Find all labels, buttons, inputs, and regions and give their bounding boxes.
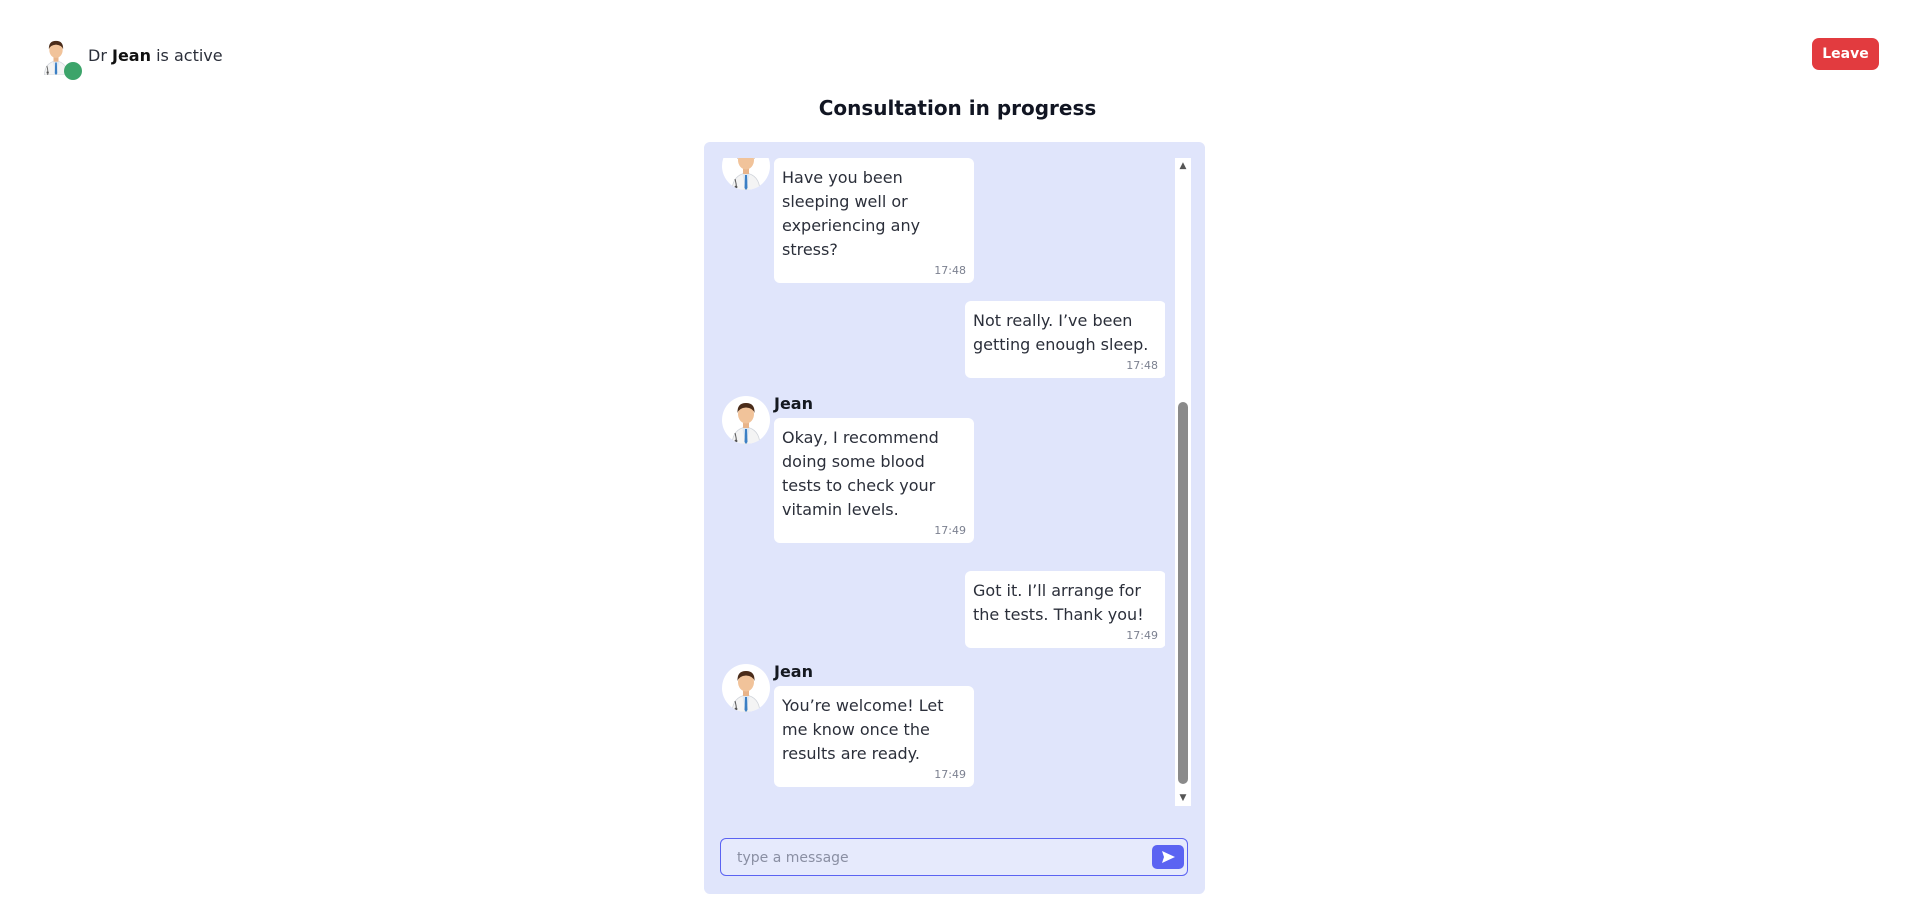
message-bubble: Got it. I’ll arrange for the tests. Than… (965, 571, 1165, 648)
message-text: Got it. I’ll arrange for the tests. Than… (973, 581, 1144, 624)
doctor-avatar-icon (722, 158, 770, 190)
doctor-name: Jean (112, 45, 151, 65)
doctor-status: Dr Jean is active (36, 30, 223, 80)
leave-button[interactable]: Leave (1812, 38, 1879, 70)
message-text: Okay, I recommend doing some blood tests… (782, 428, 939, 519)
chat-panel: Have you been sleeping well or experienc… (704, 142, 1205, 894)
message-composer (720, 838, 1188, 877)
message-text: Have you been sleeping well or experienc… (782, 168, 921, 259)
doctor-avatar (36, 30, 84, 80)
message-bubble: Have you been sleeping well or experienc… (774, 158, 974, 283)
message-input[interactable] (735, 839, 1139, 877)
message-bubble: Not really. I’ve been getting enough sle… (965, 301, 1165, 378)
scrollbar-thumb[interactable] (1178, 402, 1188, 784)
message-time: 17:49 (1126, 629, 1158, 642)
send-icon (1162, 851, 1175, 863)
message-sent: Got it. I’ll arrange for the tests. Than… (965, 571, 1165, 648)
top-bar: Dr Jean is active Leave (0, 0, 1915, 100)
sender-name: Jean (774, 662, 813, 681)
message-bubble: Okay, I recommend doing some blood tests… (774, 418, 974, 543)
message-time: 17:48 (1126, 359, 1158, 372)
message-scrollbar[interactable]: ▲ ▼ (1175, 158, 1191, 806)
status-suffix: is active (156, 45, 223, 65)
scroll-down-arrow-icon[interactable]: ▼ (1175, 790, 1191, 806)
message-sent: Not really. I’ve been getting enough sle… (965, 301, 1165, 378)
online-indicator-icon (64, 62, 82, 80)
message-time: 17:48 (934, 264, 966, 277)
status-text: Dr Jean is active (88, 46, 223, 65)
message-bubble: You’re welcome! Let me know once the res… (774, 686, 974, 787)
page-title: Consultation in progress (818, 96, 1097, 120)
status-prefix: Dr (88, 45, 107, 65)
doctor-avatar-icon (722, 396, 770, 444)
doctor-avatar-icon (722, 664, 770, 712)
message-text: You’re welcome! Let me know once the res… (782, 696, 944, 763)
message-time: 17:49 (934, 524, 966, 537)
send-button[interactable] (1152, 845, 1184, 869)
scroll-up-arrow-icon[interactable]: ▲ (1175, 158, 1191, 174)
message-time: 17:49 (934, 768, 966, 781)
message-list[interactable]: Have you been sleeping well or experienc… (722, 158, 1165, 803)
message-text: Not really. I’ve been getting enough sle… (973, 311, 1149, 354)
sender-name: Jean (774, 394, 813, 413)
